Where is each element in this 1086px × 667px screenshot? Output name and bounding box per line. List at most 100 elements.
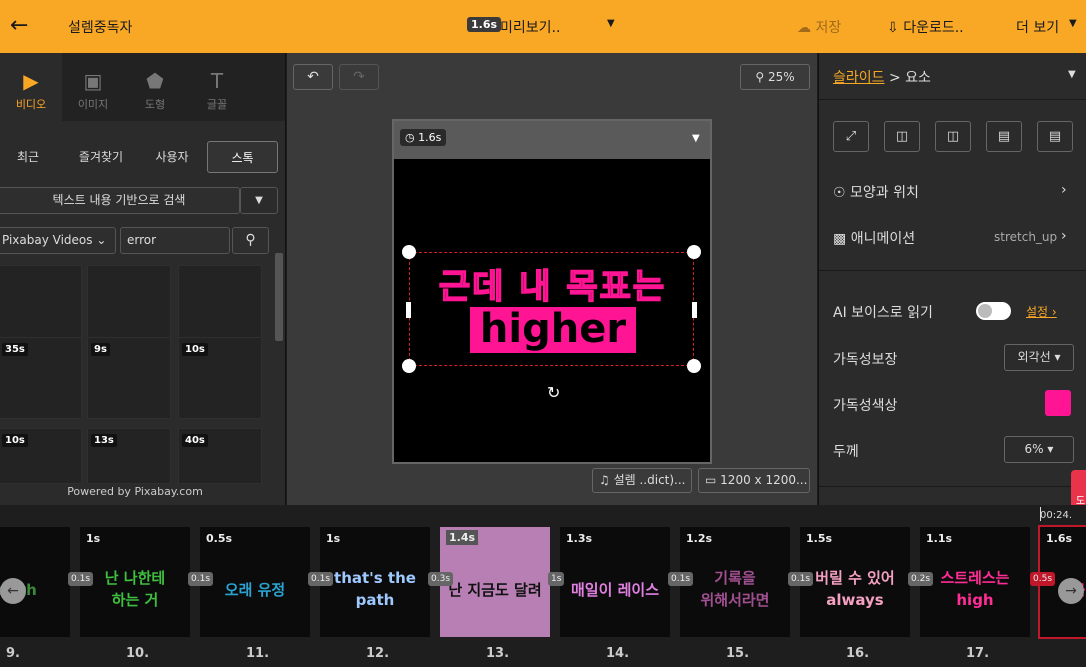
tab-label: 비디오 bbox=[15, 98, 47, 111]
rotate-icon[interactable]: ↻ bbox=[547, 383, 560, 402]
slide-duration-badge[interactable]: ◷ 1.6s bbox=[400, 129, 447, 146]
color-swatch[interactable] bbox=[1045, 390, 1071, 416]
canvas-size-button[interactable]: ▭ 1200 x 1200... bbox=[698, 468, 810, 493]
transition-badge[interactable]: 0.5s bbox=[1030, 572, 1056, 586]
tab-text[interactable]: T 글꼴 bbox=[186, 53, 248, 121]
two-row-layout-button[interactable]: ▤ bbox=[986, 121, 1022, 152]
video-result[interactable]: 35s bbox=[0, 337, 82, 419]
project-title[interactable]: 설렘중독자 bbox=[68, 17, 132, 37]
more-button[interactable]: 더 보기 bbox=[1016, 17, 1059, 37]
zoom-button[interactable]: ⚲ 25% bbox=[740, 64, 810, 90]
timeline-clip[interactable]: 1.1s 스트레스는 high bbox=[920, 527, 1030, 637]
transition-badge[interactable]: 0.2s bbox=[908, 572, 934, 586]
subtab-user[interactable]: 사용자 bbox=[146, 141, 198, 173]
chevron-right-icon[interactable]: › bbox=[1061, 182, 1067, 198]
caret-down-icon[interactable]: ▼ bbox=[1069, 18, 1077, 29]
three-column-layout-button[interactable]: ◫ bbox=[935, 121, 971, 152]
scroll-left-button[interactable]: ← bbox=[0, 578, 26, 604]
powered-by-text: Powered by Pixabay.com bbox=[67, 485, 203, 498]
text-icon: T bbox=[210, 69, 224, 93]
text-search-button[interactable]: 텍스트 내용 기반으로 검색 bbox=[0, 187, 240, 214]
audio-button[interactable]: ♫ 설렘 ..dict)... bbox=[592, 468, 692, 493]
breadcrumb-slide[interactable]: 슬라이드 bbox=[833, 70, 885, 86]
clip-duration: 1.6s bbox=[1046, 532, 1073, 545]
transition-badge[interactable]: 0.1s bbox=[668, 572, 694, 586]
timeline-clip[interactable]: 1.5s 버릴 수 있어 always bbox=[800, 527, 910, 637]
save-label: 저장 bbox=[815, 20, 842, 36]
audio-label: 설렘 ..dict)... bbox=[613, 473, 686, 487]
clip-duration: 1.1s bbox=[926, 532, 953, 545]
search-button[interactable]: ⚲ bbox=[232, 227, 269, 254]
undo-button[interactable]: ↶ bbox=[293, 64, 333, 90]
text-element[interactable]: 근데 내 목표는 higher bbox=[402, 245, 701, 373]
transition-badge[interactable]: 0.1s bbox=[308, 572, 334, 586]
transition-badge[interactable]: 0.1s bbox=[188, 572, 214, 586]
text-line-2: higher bbox=[470, 307, 636, 353]
resize-handle[interactable] bbox=[402, 245, 416, 259]
duration-badge: 9s bbox=[91, 343, 110, 356]
timeline-clip[interactable]: 1.4s 난 지금도 달려 bbox=[440, 527, 550, 637]
tab-shape[interactable]: ⬟ 도형 bbox=[124, 53, 186, 121]
resize-handle[interactable] bbox=[687, 245, 701, 259]
shape-position-row[interactable]: ☉ 모양과 위치 bbox=[833, 182, 919, 202]
timeline-clip[interactable]: 1.3s 매일이 레이스 bbox=[560, 527, 670, 637]
save-button[interactable]: ☁ 저장 bbox=[797, 17, 841, 37]
caret-down-icon[interactable]: ▼ bbox=[1068, 69, 1076, 80]
resize-handle[interactable] bbox=[692, 302, 697, 318]
timeline-clip[interactable]: 1s that's the path bbox=[320, 527, 430, 637]
image-icon: ▣ bbox=[83, 69, 103, 93]
slide-canvas[interactable]: ◷ 1.6s ▼ 근데 내 목표는 higher ↻ bbox=[392, 119, 712, 464]
subtab-favorites[interactable]: 즐겨찾기 bbox=[68, 141, 134, 173]
video-result[interactable] bbox=[178, 265, 262, 347]
two-column-layout-button[interactable]: ◫ bbox=[884, 121, 920, 152]
transition-badge[interactable]: 1s bbox=[548, 572, 565, 586]
download-button[interactable]: ⇩ 다운로드.. bbox=[887, 17, 964, 37]
settings-link[interactable]: 설정 › bbox=[1026, 303, 1057, 320]
source-select[interactable]: Pixabay Videos ⌄ bbox=[0, 227, 116, 254]
timeline-clip[interactable]: 1s 난 나한테 하는 거 bbox=[80, 527, 190, 637]
back-button[interactable]: ← bbox=[10, 14, 28, 38]
resize-handle[interactable] bbox=[402, 359, 416, 373]
arrow-left-icon: ← bbox=[7, 583, 19, 599]
preview-duration-badge: 1.6s bbox=[467, 17, 502, 32]
transition-badge[interactable]: 0.1s bbox=[68, 572, 94, 586]
scroll-right-button[interactable]: → bbox=[1058, 578, 1084, 604]
transition-badge[interactable]: 0.3s bbox=[428, 572, 454, 586]
search-input[interactable]: error bbox=[120, 227, 230, 254]
animation-row[interactable]: ▩ 애니메이션 bbox=[833, 228, 915, 248]
fullscreen-layout-button[interactable]: ⤢ bbox=[833, 121, 869, 152]
video-result[interactable] bbox=[0, 265, 82, 347]
subtab-recent[interactable]: 최근 bbox=[6, 141, 50, 173]
chevron-right-icon[interactable]: › bbox=[1061, 228, 1067, 244]
caret-down-icon[interactable]: ▼ bbox=[692, 133, 700, 144]
video-result[interactable]: 9s bbox=[87, 337, 171, 419]
redo-button[interactable]: ↷ bbox=[339, 64, 379, 90]
video-result[interactable] bbox=[87, 265, 171, 347]
subtab-stock[interactable]: 스톡 bbox=[207, 141, 278, 173]
three-row-layout-button[interactable]: ▤ bbox=[1037, 121, 1073, 152]
properties-panel: 슬라이드 > 요소 ▼ ⤢ ◫ ◫ ▤ ▤ ☉ 모양과 위치 › ▩ 애니메이션… bbox=[818, 53, 1086, 505]
timeline-clip[interactable]: 1.2s 기록을 위해서라면 bbox=[680, 527, 790, 637]
resize-handle[interactable] bbox=[406, 302, 411, 318]
ai-voice-toggle[interactable] bbox=[976, 302, 1011, 320]
thickness-dropdown[interactable]: 6% ▾ bbox=[1004, 436, 1074, 463]
caret-down-icon[interactable]: ▼ bbox=[607, 18, 615, 29]
slide-header: ◷ 1.6s ▼ bbox=[394, 121, 710, 159]
resize-handle[interactable] bbox=[687, 359, 701, 373]
canvas-area: ↶ ↷ ⚲ 25% ◷ 1.6s ▼ 근데 내 목표는 higher ↻ ♫ 설… bbox=[287, 53, 817, 505]
pentagon-icon: ⬟ bbox=[146, 69, 164, 93]
timeline-clip[interactable]: 0.5s 오래 유정 bbox=[200, 527, 310, 637]
transition-badge[interactable]: 0.1s bbox=[788, 572, 814, 586]
video-result[interactable]: 10s bbox=[178, 337, 262, 419]
video-result[interactable]: 40s bbox=[178, 428, 262, 484]
video-result[interactable]: 10s bbox=[0, 428, 82, 484]
tab-label: 도형 bbox=[144, 98, 166, 111]
tab-image[interactable]: ▣ 이미지 bbox=[62, 53, 124, 121]
readability-dropdown[interactable]: 외각선 ▾ bbox=[1004, 344, 1074, 371]
video-result[interactable]: 13s bbox=[87, 428, 171, 484]
preview-button[interactable]: 미리보기.. bbox=[500, 17, 560, 37]
tab-video[interactable]: ▶ 비디오 bbox=[0, 53, 62, 121]
scrollbar[interactable] bbox=[275, 253, 283, 341]
caret-down-icon[interactable]: ▼ bbox=[240, 187, 278, 214]
readability-value: 외각선 bbox=[1017, 350, 1051, 364]
